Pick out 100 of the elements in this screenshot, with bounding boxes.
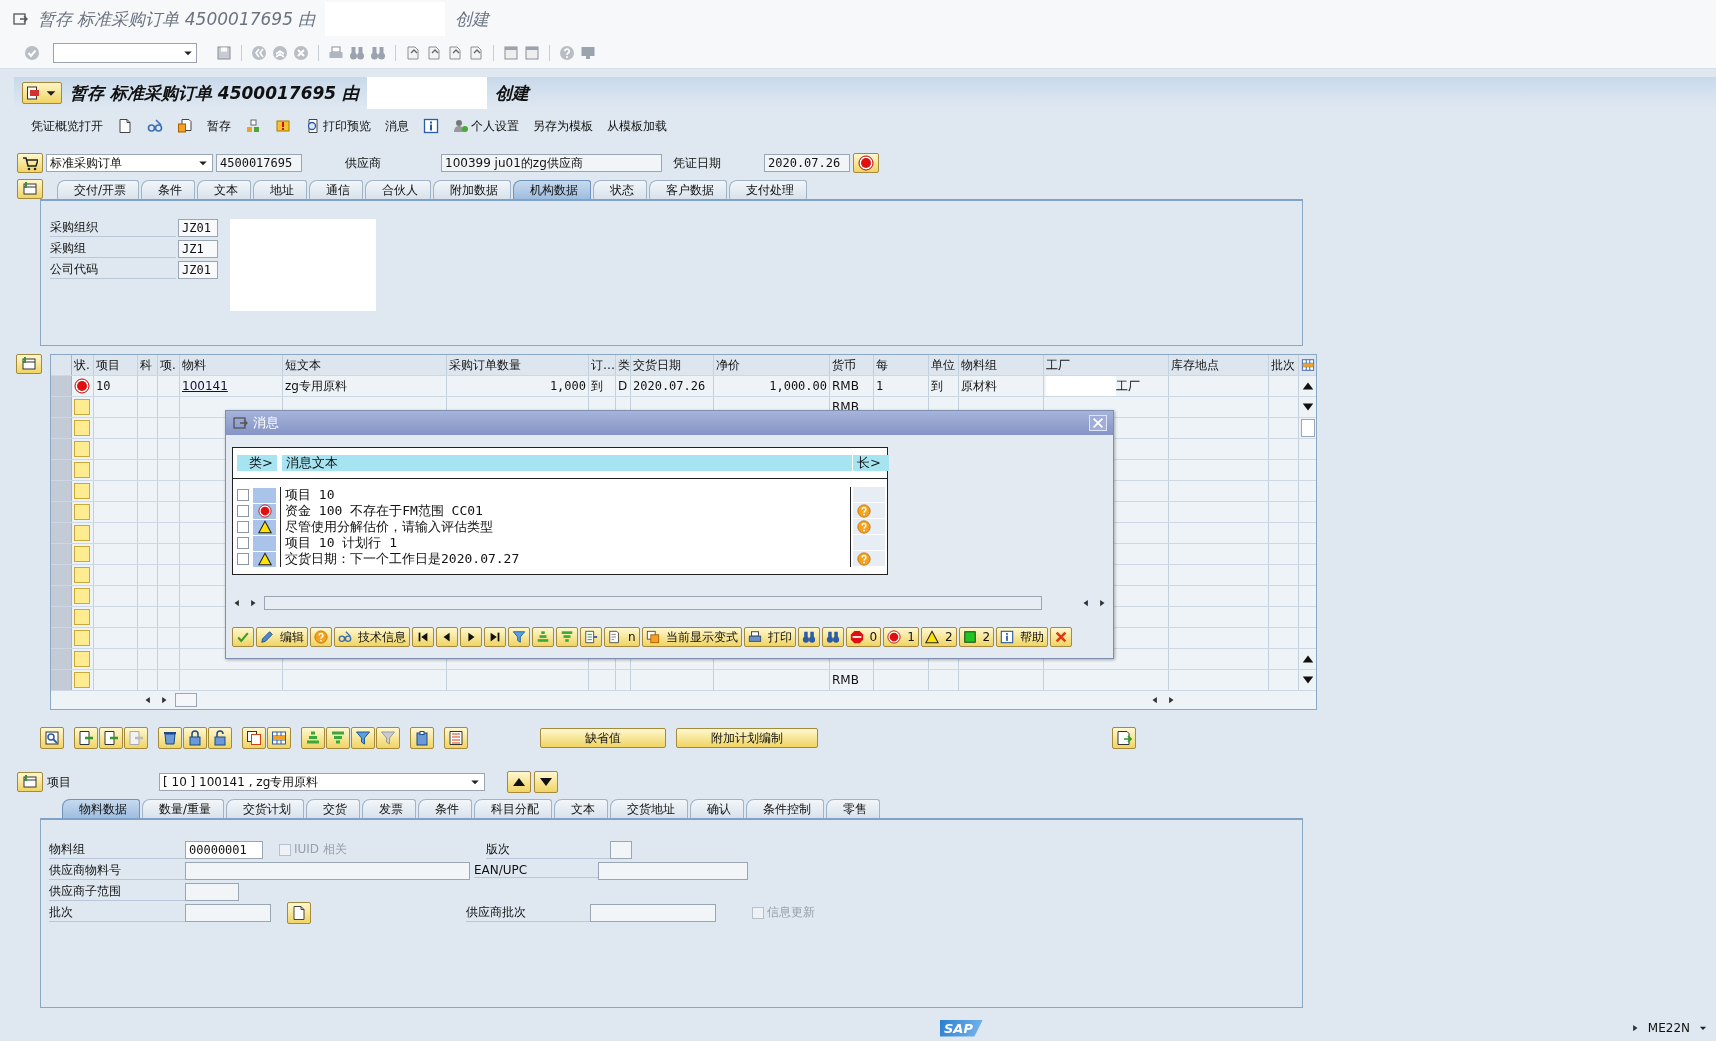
tab[interactable]: 数量/重量 bbox=[142, 799, 225, 818]
next-item-button[interactable] bbox=[534, 771, 558, 793]
help-icon[interactable] bbox=[857, 519, 871, 534]
scroll-thumb[interactable] bbox=[175, 693, 197, 707]
window-icon[interactable] bbox=[503, 45, 519, 61]
page-icon[interactable] bbox=[447, 45, 463, 61]
filter-button[interactable] bbox=[351, 727, 375, 749]
column-header[interactable]: 项目 bbox=[94, 355, 138, 375]
column-header[interactable]: 订… bbox=[589, 355, 616, 375]
column-header[interactable]: 货币 bbox=[830, 355, 874, 375]
print-icon[interactable] bbox=[328, 45, 344, 61]
tab[interactable]: 支付处理 bbox=[729, 180, 808, 199]
checkbox[interactable] bbox=[237, 505, 249, 517]
unlock-button[interactable] bbox=[208, 727, 232, 749]
find-button[interactable] bbox=[797, 627, 820, 647]
previous-item-button[interactable] bbox=[507, 771, 531, 793]
scroll-thumb[interactable] bbox=[264, 596, 1042, 610]
sort-descending-button[interactable] bbox=[326, 727, 350, 749]
scroll-right-icon[interactable] bbox=[1166, 695, 1176, 705]
sort-ascending-button[interactable] bbox=[301, 727, 325, 749]
window-icon[interactable] bbox=[524, 45, 540, 61]
print-preview-button[interactable]: 打印预览 bbox=[302, 115, 374, 137]
sort-descending-button[interactable] bbox=[556, 627, 578, 647]
filter-button[interactable] bbox=[508, 627, 530, 647]
scroll-right-icon[interactable] bbox=[248, 598, 258, 608]
column-header[interactable]: 物料组 bbox=[959, 355, 1044, 375]
document-date-field[interactable]: 2020.07.26 bbox=[764, 154, 850, 172]
tab[interactable]: 物料数据 bbox=[62, 799, 140, 818]
column-header[interactable]: 物料 bbox=[180, 355, 283, 375]
tab[interactable]: 通信 bbox=[309, 180, 364, 199]
first-page-button[interactable] bbox=[412, 627, 434, 647]
tab[interactable]: 交付/开票 bbox=[57, 180, 140, 199]
org-field[interactable]: JZ01 bbox=[178, 261, 218, 279]
check-button[interactable] bbox=[232, 627, 254, 647]
menu-button[interactable] bbox=[22, 82, 62, 104]
scroll-left-icon[interactable] bbox=[1150, 695, 1160, 705]
page-icon[interactable] bbox=[405, 45, 421, 61]
toolbar-button[interactable]: 从模板加载 bbox=[604, 115, 670, 137]
info-button[interactable]: 帮助 bbox=[996, 627, 1049, 647]
export-button[interactable] bbox=[580, 627, 602, 647]
last-page-button[interactable] bbox=[484, 627, 506, 647]
expand-button[interactable] bbox=[17, 772, 43, 792]
close-button[interactable] bbox=[1050, 627, 1073, 647]
document-type-dropdown[interactable]: 标准采购订单 bbox=[46, 154, 213, 172]
column-header[interactable]: 每 bbox=[874, 355, 929, 375]
vendor-batch-field[interactable] bbox=[590, 903, 716, 922]
checkbox[interactable] bbox=[237, 521, 249, 533]
checkbox[interactable] bbox=[237, 537, 249, 549]
enter-icon[interactable] bbox=[24, 45, 40, 61]
list-button[interactable] bbox=[444, 727, 468, 749]
vendor-subrange-field[interactable] bbox=[185, 882, 239, 901]
warning-button[interactable]: 2 bbox=[920, 627, 957, 647]
material-group-field[interactable]: 00000001 bbox=[185, 840, 263, 859]
tab[interactable]: 发票 bbox=[362, 799, 417, 818]
column-header[interactable]: 批次 bbox=[1269, 355, 1299, 375]
detail-button[interactable] bbox=[40, 727, 64, 749]
column-header[interactable]: 类 bbox=[616, 355, 631, 375]
scroll-left-icon[interactable] bbox=[232, 598, 242, 608]
scroll-right-icon[interactable] bbox=[1097, 598, 1107, 608]
tab[interactable]: 条件 bbox=[141, 180, 196, 199]
status-button[interactable] bbox=[853, 153, 879, 173]
success-button[interactable]: 2 bbox=[958, 627, 995, 647]
toolbar-button[interactable]: 另存为模板 bbox=[530, 115, 596, 137]
glasses-button[interactable]: 技术信息 bbox=[334, 627, 410, 647]
next-button[interactable] bbox=[460, 627, 482, 647]
tab[interactable]: 条件控制 bbox=[746, 799, 825, 818]
lock-button[interactable] bbox=[183, 727, 207, 749]
column-header[interactable]: 工厂 bbox=[1044, 355, 1169, 375]
scroll-left-icon[interactable] bbox=[143, 695, 153, 705]
column-header[interactable]: 库存地点 bbox=[1169, 355, 1269, 375]
scroll-left-icon[interactable] bbox=[1081, 598, 1091, 608]
column-header[interactable]: 短文本 bbox=[283, 355, 447, 375]
column-header[interactable]: 单位 bbox=[929, 355, 959, 375]
expand-button[interactable] bbox=[16, 354, 42, 374]
save-icon[interactable] bbox=[216, 45, 232, 61]
tab[interactable]: 附加数据 bbox=[433, 180, 512, 199]
vendor-field[interactable]: 100399 ju01的zg供应商 bbox=[441, 154, 662, 172]
org-field[interactable]: JZ1 bbox=[178, 240, 218, 258]
pencil-button[interactable]: 编辑 bbox=[256, 627, 308, 647]
tab[interactable]: 合伙人 bbox=[365, 180, 432, 199]
grid-icon[interactable] bbox=[1301, 358, 1315, 372]
find-icon[interactable] bbox=[349, 45, 365, 61]
layout-button[interactable]: n bbox=[604, 627, 640, 647]
column-header[interactable]: 消息文本 bbox=[282, 455, 852, 471]
monitor-icon[interactable] bbox=[580, 45, 596, 61]
tab[interactable]: 机构数据 bbox=[513, 180, 592, 199]
cart-button[interactable] bbox=[17, 153, 43, 173]
batch-field[interactable] bbox=[185, 903, 271, 922]
help-icon[interactable] bbox=[559, 45, 575, 61]
column-header[interactable]: 科 bbox=[138, 355, 158, 375]
scroll-thumb[interactable] bbox=[1301, 419, 1315, 437]
material-link[interactable]: 100141 bbox=[182, 379, 228, 393]
tab[interactable]: 条件 bbox=[418, 799, 473, 818]
tab[interactable]: 文本 bbox=[197, 180, 252, 199]
error-button[interactable]: 1 bbox=[883, 627, 919, 647]
column-header[interactable]: 类> bbox=[237, 455, 277, 471]
trash-button[interactable] bbox=[158, 727, 182, 749]
scroll-right-icon[interactable] bbox=[159, 695, 169, 705]
cancel-icon[interactable] bbox=[293, 45, 309, 61]
page-icon[interactable] bbox=[468, 45, 484, 61]
